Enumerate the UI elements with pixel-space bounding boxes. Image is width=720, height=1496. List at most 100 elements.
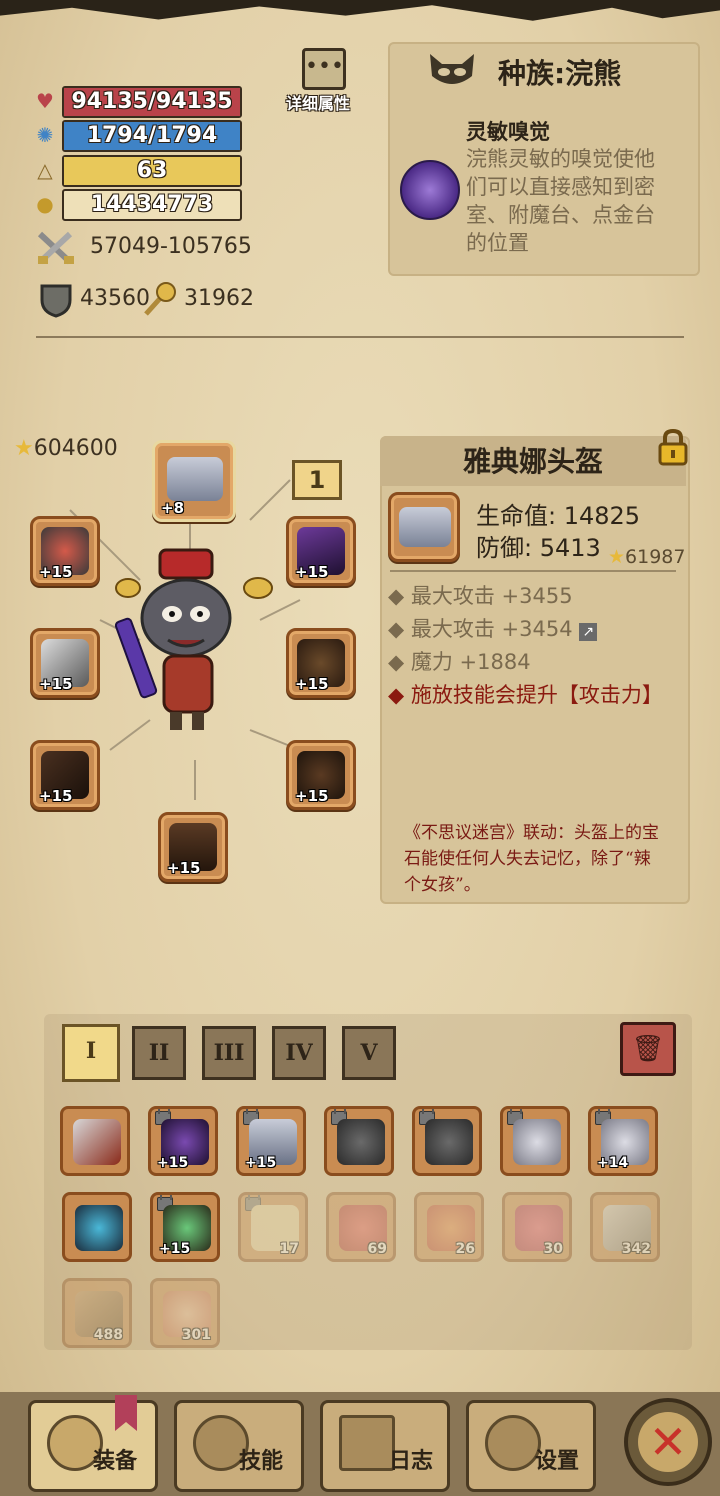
mp-value: 1794/1794: [86, 123, 218, 148]
item-attribute-list: ◆ 最大攻击 +3455 ◆ 最大攻击 +3454 ↗ ◆ 魔力 +1884 ◆…: [388, 580, 663, 712]
raccoon-head-icon: [430, 54, 474, 84]
nav-settings-label: 设置: [535, 1449, 580, 1474]
equip-slot-right-3[interactable]: +15: [286, 740, 356, 810]
inventory-slot[interactable]: 17: [238, 1192, 308, 1262]
inventory-slot[interactable]: 488: [62, 1278, 132, 1348]
detail-attributes-icon-button[interactable]: •••: [302, 48, 346, 90]
equip-slot-left-2[interactable]: +15: [30, 628, 100, 698]
equip-slot-helmet[interactable]: +8: [152, 440, 236, 522]
slot-level: +15: [39, 563, 73, 581]
level-value: 63: [136, 158, 168, 183]
race-trait-description: 浣熊灵敏的嗅觉使他们可以直接感知到密室、附魔台、点金台的位置: [466, 147, 655, 255]
hp-bar: 94135/94135: [62, 86, 242, 118]
nav-equip-label: 装备: [93, 1449, 138, 1474]
inventory-slot[interactable]: 69: [326, 1192, 396, 1262]
external-link-icon[interactable]: ↗: [579, 623, 598, 641]
equip-slot-right-2[interactable]: +15: [286, 628, 356, 698]
close-button[interactable]: ✕: [624, 1398, 712, 1486]
inventory-slot[interactable]: 26: [414, 1192, 484, 1262]
diamond-bullet-icon: ◆: [388, 650, 405, 674]
mp-bar: 1794/1794: [62, 120, 242, 152]
inventory-tab-3[interactable]: III: [202, 1026, 256, 1080]
item-level: +15: [159, 1241, 191, 1257]
equip-slot-right-1[interactable]: +15: [286, 516, 356, 586]
gold-bar: 14434773: [62, 189, 242, 221]
item-count: 30: [543, 1241, 563, 1257]
inventory-slot[interactable]: [324, 1106, 394, 1176]
inventory-slot[interactable]: 342: [590, 1192, 660, 1262]
attr-row-special: ◆ 施放技能会提升【攻击力】: [388, 679, 663, 712]
detail-attributes-label[interactable]: 详细属性: [286, 90, 350, 114]
inventory-slot[interactable]: 30: [502, 1192, 572, 1262]
nav-log-button[interactable]: 日志: [320, 1400, 450, 1492]
slot-level: +15: [295, 787, 329, 805]
item-score: ★61987: [608, 546, 686, 568]
inventory-slot[interactable]: [60, 1106, 130, 1176]
attack-range: 57049-105765: [90, 234, 252, 259]
gear-icon: [485, 1415, 541, 1471]
attr-row-1: ◆ 最大攻击 +3455: [388, 580, 663, 613]
attr-row-2: ◆ 最大攻击 +3454 ↗: [388, 613, 663, 646]
equip-slot-left-3[interactable]: +15: [30, 740, 100, 810]
item-count: 69: [367, 1241, 387, 1257]
page-indicator[interactable]: 1: [292, 460, 342, 500]
nav-settings-button[interactable]: 设置: [466, 1400, 596, 1492]
diamond-bullet-icon: ◆: [388, 584, 405, 608]
item-count: 342: [621, 1241, 651, 1257]
item-detail-divider: [390, 570, 676, 572]
book-icon: [339, 1415, 395, 1471]
level-triangle-icon: △: [37, 158, 53, 182]
crossed-swords-icon: [37, 231, 74, 265]
inventory-slot[interactable]: 301: [150, 1278, 220, 1348]
inventory-tab-5[interactable]: V: [342, 1026, 396, 1080]
level-bar: 63: [62, 155, 242, 187]
diamond-bullet-icon: ◆: [388, 683, 405, 707]
slot-level: +15: [39, 675, 73, 693]
athena-helmet-icon: [399, 507, 451, 547]
attr-text: 最大攻击 +3454: [410, 617, 573, 641]
inventory-slot[interactable]: [500, 1106, 570, 1176]
inventory-tab-2[interactable]: II: [132, 1026, 186, 1080]
inventory-slot[interactable]: [412, 1106, 482, 1176]
item-level: +14: [597, 1155, 629, 1171]
lock-icon[interactable]: [656, 428, 690, 466]
trash-icon-button[interactable]: 🗑: [620, 1022, 676, 1076]
attr-text: 最大攻击 +3455: [410, 584, 573, 608]
raccoon-hero-character: [114, 548, 273, 730]
slot-level: +15: [295, 563, 329, 581]
shield-icon: [40, 284, 72, 318]
item-hp: 生命值: 14825: [476, 502, 641, 530]
inventory-slot[interactable]: +14: [588, 1106, 658, 1176]
inventory-tab-1[interactable]: I: [62, 1024, 120, 1082]
item-count: 488: [93, 1327, 123, 1343]
item-detail-icon-frame: [388, 492, 460, 562]
nav-log-label: 日志: [389, 1449, 434, 1474]
trait-portrait-icon[interactable]: [400, 160, 460, 220]
race-trait-name: 灵敏嗅觉: [466, 120, 550, 144]
nav-equip-button[interactable]: 装备: [28, 1395, 158, 1492]
diamond-bullet-icon: ◆: [388, 617, 405, 641]
knight-helm-icon: [425, 1119, 473, 1165]
slot-level: +15: [39, 787, 73, 805]
athena-helmet-icon: [167, 457, 223, 501]
race-title: 种族:浣熊: [498, 57, 622, 90]
knight-helm-icon: [337, 1119, 385, 1165]
slot-level: +15: [295, 675, 329, 693]
inventory-slot[interactable]: [62, 1192, 132, 1262]
equip-slot-left-1[interactable]: +15: [30, 516, 100, 586]
inventory-slot[interactable]: +15: [150, 1192, 220, 1262]
inventory-slot[interactable]: +15: [148, 1106, 218, 1176]
item-count: 17: [279, 1241, 299, 1257]
item-defense: 防御: 5413: [476, 534, 601, 562]
magic-value: 31962: [184, 286, 254, 311]
inventory-tab-4[interactable]: IV: [272, 1026, 326, 1080]
inventory-slot[interactable]: +15: [236, 1106, 306, 1176]
mana-icon: ✺: [36, 123, 54, 147]
nav-skill-button[interactable]: 技能: [174, 1400, 304, 1492]
item-count: 301: [181, 1327, 211, 1343]
item-score-value: 61987: [625, 546, 686, 568]
item-count: 26: [455, 1241, 475, 1257]
nav-skill-label: 技能: [239, 1449, 284, 1474]
equip-slot-bottom[interactable]: +15: [158, 812, 228, 882]
close-icon: ✕: [638, 1412, 698, 1472]
